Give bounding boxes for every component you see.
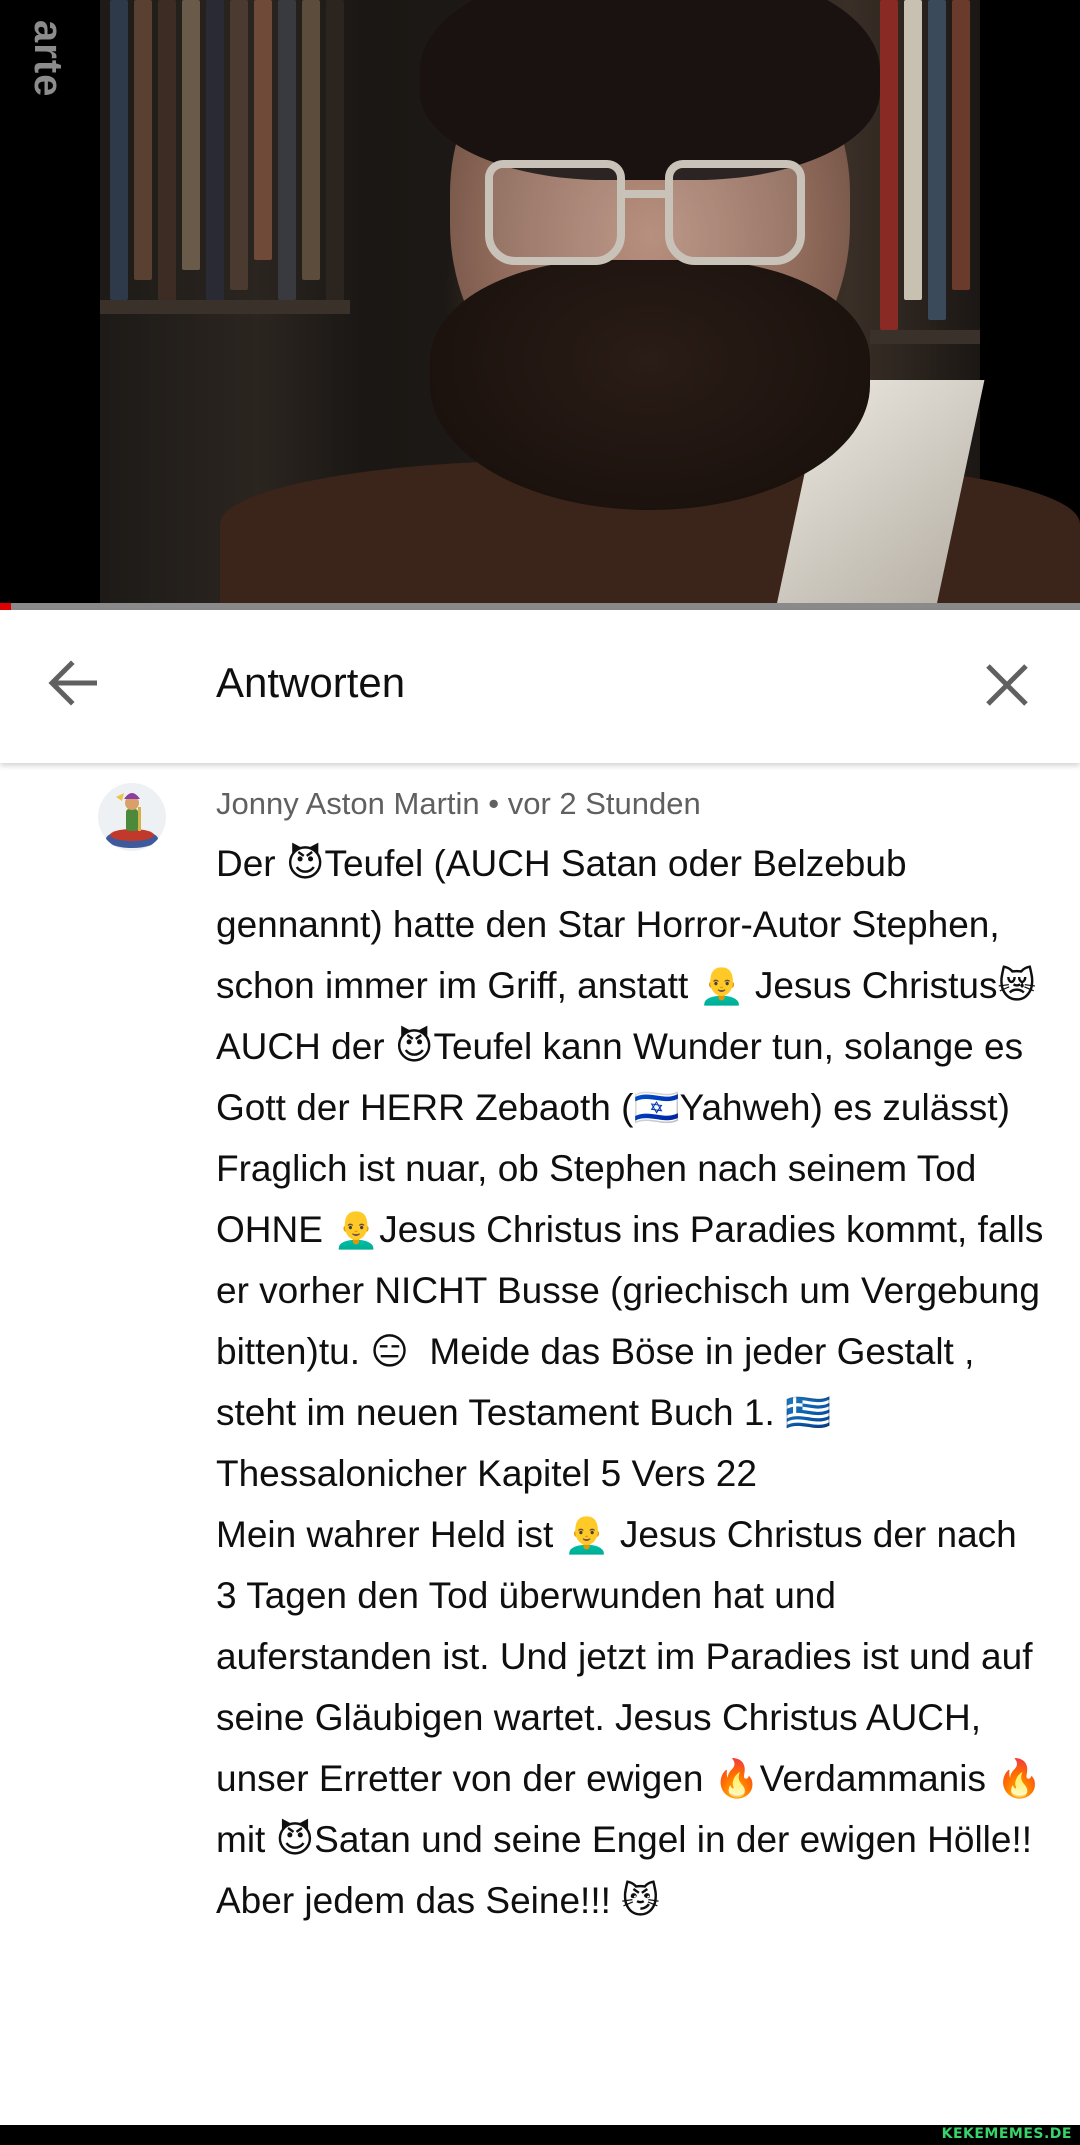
bottom-bar: KEKEMEMES.DE [0, 2125, 1080, 2145]
progress-fill [0, 603, 11, 610]
hair [420, 0, 880, 180]
replies-header: Antworten [0, 610, 1080, 763]
channel-logo: arte [26, 20, 70, 98]
arrow-left-icon [48, 660, 97, 706]
back-button[interactable] [40, 650, 106, 716]
close-button[interactable] [972, 650, 1042, 720]
progress-track[interactable] [0, 603, 1080, 610]
video-frame [100, 0, 1080, 610]
header-title: Antworten [216, 659, 406, 706]
watermark: KEKEMEMES.DE [941, 2126, 1072, 2142]
avatar[interactable] [98, 783, 166, 851]
comment-meta: Jonny Aston Martin • vor 2 Stunden [216, 786, 701, 821]
comment-item: Jonny Aston Martin • vor 2 Stunden Der 😈… [0, 763, 1080, 2125]
comment-text: Der 😈Teufel (AUCH Satan oder Belzebub ge… [216, 843, 1044, 1921]
video-player[interactable]: arte [0, 0, 1080, 610]
glasses [485, 160, 805, 270]
close-icon [986, 664, 1028, 706]
beard [430, 260, 870, 510]
avatar-image-icon [106, 793, 158, 848]
